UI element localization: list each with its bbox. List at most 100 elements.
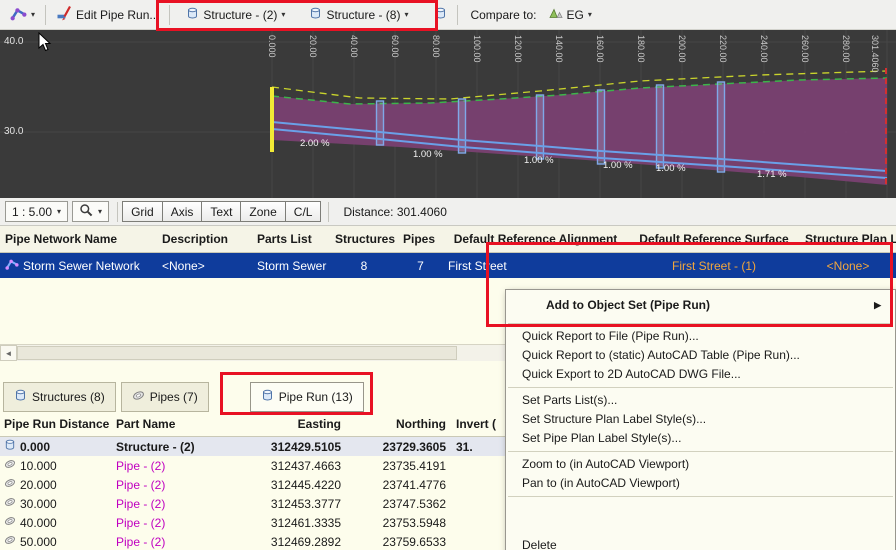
slope-label: 1.00 % (524, 155, 554, 166)
pipe-network-icon (5, 257, 19, 274)
distance-readout: Distance: 301.4060 (343, 204, 447, 219)
centerline-toggle-label: C/L (293, 204, 313, 219)
column-header-parts-list[interactable]: Parts List (252, 232, 330, 246)
column-header-structures[interactable]: Structures (330, 232, 398, 246)
slope-label: 1.00 % (603, 160, 633, 171)
menu-item-quick-report-table[interactable]: Quick Report to (static) AutoCAD Table (… (506, 346, 895, 365)
easting-cell: 312429.5105 (270, 439, 341, 454)
network-table-row-selected[interactable]: Storm Sewer Network <None> Storm Sewer 8… (0, 253, 896, 278)
pipe-network-menu-button[interactable]: ▾ (4, 3, 41, 27)
scrollbar-thumb[interactable] (17, 346, 457, 360)
pipe-run-editor-window: ▾ Edit Pipe Run... Structure - (2) ▾ Str… (0, 0, 896, 550)
zone-toggle-label: Zone (249, 204, 277, 219)
column-header-pipes[interactable]: Pipes (398, 232, 443, 246)
run-distance-cell: 10.000 (20, 458, 57, 473)
column-header-reference-alignment[interactable]: Default Reference Alignment (443, 232, 628, 246)
run-distance-cell: 20.000 (20, 477, 57, 492)
menu-item-label: Add to Object Set (Pipe Run) (546, 298, 710, 312)
elevation-label: 30.0 (4, 126, 24, 137)
menu-item-quick-report-file[interactable]: Quick Report to File (Pipe Run)... (506, 327, 895, 346)
surface-icon (548, 7, 563, 22)
zoom-icon (79, 203, 93, 220)
station-label: 180.00 (636, 35, 646, 63)
menu-item-quick-export-dwg[interactable]: Quick Export to 2D AutoCAD DWG File... (506, 365, 895, 384)
northing-cell: 23729.3605 (382, 439, 446, 454)
station-label: 60.00 (390, 35, 400, 58)
network-name-cell: Storm Sewer Network (23, 258, 140, 273)
pipe-icon (4, 458, 16, 473)
column-header-easting[interactable]: Easting (235, 417, 345, 431)
tab-structures[interactable]: Structures (8) (3, 382, 116, 412)
menu-item-set-parts-list[interactable]: Set Parts List(s)... (506, 391, 895, 410)
compare-to-label: Compare to: (470, 7, 537, 22)
structure-plan-label-cell: <None> (826, 258, 870, 273)
column-header-network-name[interactable]: Pipe Network Name (0, 232, 157, 246)
elevation-label: 40.0 (4, 36, 24, 47)
run-distance-cell: 0.000 (20, 439, 51, 454)
easting-cell: 312453.3777 (270, 496, 341, 511)
network-table-header: Pipe Network Name Description Parts List… (0, 226, 896, 253)
slope-label: 1.00 % (413, 149, 443, 160)
menu-item-add-to-object-set[interactable]: Add to Object Set (Pipe Run) ▶ (506, 290, 895, 320)
structure-from-label: Structure - (2) (203, 7, 278, 22)
menu-item-pan-to[interactable]: Pan to (in AutoCAD Viewport) (506, 474, 895, 493)
tab-pipe-run-label: Pipe Run (13) (278, 390, 353, 404)
zone-toggle-button[interactable]: Zone (240, 201, 286, 222)
station-label: 301.4060 (870, 35, 880, 73)
station-label: 0.000 (267, 35, 277, 58)
centerline-toggle-button[interactable]: C/L (284, 201, 322, 222)
part-name-cell: Pipe - (2) (116, 496, 166, 511)
toolbar-separator (328, 201, 330, 222)
station-label: 120.00 (513, 35, 523, 63)
chevron-down-icon: ▾ (31, 9, 36, 19)
tab-pipe-run[interactable]: Pipe Run (13) (249, 382, 364, 412)
toolbar-separator (457, 4, 459, 25)
edit-pipe-run-label: Edit Pipe Run... (76, 7, 160, 22)
menu-item-set-pipe-plan-label[interactable]: Set Pipe Plan Label Style(s)... (506, 429, 895, 448)
scale-dropdown[interactable]: 1 : 5.00 ▾ (5, 201, 69, 222)
station-label: 200.00 (677, 35, 687, 63)
column-header-part-name[interactable]: Part Name (112, 417, 235, 431)
part-name-cell: Pipe - (2) (116, 534, 166, 549)
column-header-structure-plan-label[interactable]: Structure Plan L (800, 232, 896, 246)
grid-toggle-label: Grid (131, 204, 154, 219)
text-toggle-button[interactable]: Text (201, 201, 242, 222)
pipe-icon (132, 389, 145, 405)
column-header-run-distance[interactable]: Pipe Run Distance (0, 417, 112, 431)
toolbar-separator (45, 4, 47, 25)
menu-item-delete[interactable]: Delete (506, 536, 895, 550)
northing-cell: 23747.5362 (382, 496, 446, 511)
zoom-dropdown[interactable]: ▾ (72, 201, 110, 222)
axis-toggle-button[interactable]: Axis (161, 201, 203, 222)
structure-from-dropdown[interactable]: Structure - (2) ▾ (180, 3, 291, 27)
chevron-down-icon: ▾ (57, 206, 62, 216)
scale-value: 1 : 5.00 (12, 204, 53, 219)
slope-label: 2.00 % (300, 138, 330, 149)
column-header-reference-surface[interactable]: Default Reference Surface (628, 232, 800, 246)
menu-separator (508, 387, 893, 388)
scroll-left-button[interactable]: ◄ (0, 345, 17, 361)
edit-pipe-run-button[interactable]: Edit Pipe Run... (50, 3, 165, 27)
station-label: 280.00 (841, 35, 851, 63)
station-label: 140.00 (554, 35, 564, 63)
slope-label: 1.00 % (656, 163, 686, 174)
main-toolbar: ▾ Edit Pipe Run... Structure - (2) ▾ Str… (0, 0, 896, 30)
grid-toggle-button[interactable]: Grid (122, 201, 163, 222)
menu-item-zoom-to[interactable]: Zoom to (in AutoCAD Viewport) (506, 455, 895, 474)
structure-tool-button[interactable] (428, 3, 453, 27)
profile-view: 40.0 30.0 0.000 20.00 40.00 60.00 80.00 … (0, 30, 896, 198)
tab-pipes-label: Pipes (7) (149, 390, 198, 404)
structure-icon (14, 389, 27, 405)
parts-list-cell: Storm Sewer (257, 258, 327, 273)
menu-item-set-structure-plan-label[interactable]: Set Structure Plan Label Style(s)... (506, 410, 895, 429)
pipe-network-icon (10, 5, 27, 25)
chevron-down-icon: ▾ (587, 9, 592, 19)
easting-cell: 312437.4663 (270, 458, 341, 473)
part-name-cell: Pipe - (2) (116, 515, 166, 530)
tab-pipes[interactable]: Pipes (7) (120, 382, 209, 412)
run-distance-cell: 40.000 (20, 515, 57, 530)
compare-surface-dropdown[interactable]: EG ▾ (543, 3, 598, 27)
column-header-northing[interactable]: Northing (345, 417, 450, 431)
structure-to-dropdown[interactable]: Structure - (8) ▾ (303, 3, 414, 27)
column-header-description[interactable]: Description (157, 232, 252, 246)
